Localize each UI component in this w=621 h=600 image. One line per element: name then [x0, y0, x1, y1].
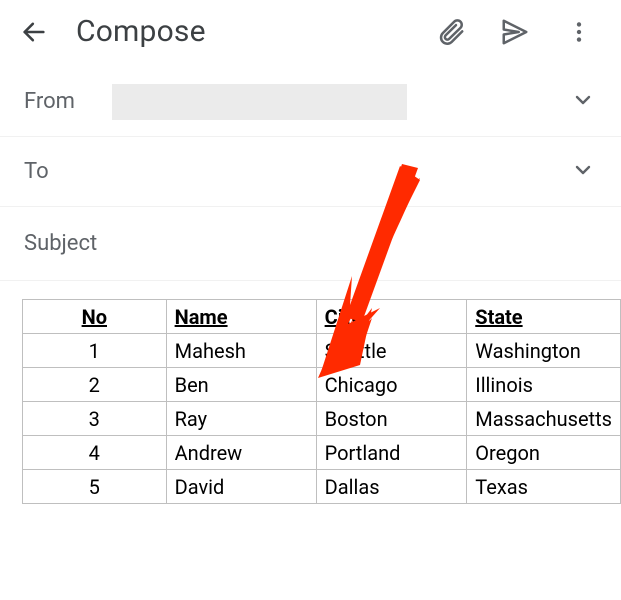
cell-city: Seattle — [316, 334, 467, 368]
attachment-icon — [436, 17, 466, 47]
cell-no: 2 — [23, 368, 167, 402]
table-row: 4 Andrew Portland Oregon — [23, 436, 621, 470]
back-button[interactable] — [18, 16, 50, 48]
from-value-redacted — [112, 84, 407, 120]
chevron-down-icon — [571, 158, 595, 182]
send-button[interactable] — [499, 16, 531, 48]
table-row: 5 David Dallas Texas — [23, 470, 621, 504]
cell-city: Dallas — [316, 470, 467, 504]
to-label: To — [24, 159, 112, 184]
back-arrow-icon — [20, 18, 48, 46]
col-header-name: Name — [166, 300, 316, 334]
compose-topbar: Compose — [0, 0, 621, 67]
cell-city: Boston — [316, 402, 467, 436]
more-button[interactable] — [563, 16, 595, 48]
from-expand[interactable] — [571, 88, 595, 116]
subject-row[interactable]: Subject — [0, 207, 621, 281]
page-title: Compose — [76, 14, 435, 49]
attach-button[interactable] — [435, 16, 467, 48]
top-actions — [435, 16, 595, 48]
cell-state: Illinois — [467, 368, 621, 402]
cell-name: Mahesh — [166, 334, 316, 368]
cell-state: Washington — [467, 334, 621, 368]
chevron-down-icon — [571, 88, 595, 112]
to-row[interactable]: To — [0, 137, 621, 207]
data-table: No Name City State 1 Mahesh Seattle Wash… — [22, 299, 621, 504]
send-icon — [500, 17, 530, 47]
cell-name: Ben — [166, 368, 316, 402]
cell-no: 4 — [23, 436, 167, 470]
cell-city: Chicago — [316, 368, 467, 402]
from-label: From — [24, 89, 112, 114]
from-row[interactable]: From — [0, 67, 621, 137]
cell-no: 5 — [23, 470, 167, 504]
cell-name: Ray — [166, 402, 316, 436]
cell-state: Oregon — [467, 436, 621, 470]
cell-state: Texas — [467, 470, 621, 504]
cell-no: 3 — [23, 402, 167, 436]
more-vert-icon — [566, 19, 592, 45]
col-header-state: State — [467, 300, 621, 334]
table-header-row: No Name City State — [23, 300, 621, 334]
table-row: 3 Ray Boston Massachusetts — [23, 402, 621, 436]
col-header-no: No — [23, 300, 167, 334]
compose-body[interactable]: No Name City State 1 Mahesh Seattle Wash… — [0, 281, 621, 504]
cell-state: Massachusetts — [467, 402, 621, 436]
cell-city: Portland — [316, 436, 467, 470]
table-row: 2 Ben Chicago Illinois — [23, 368, 621, 402]
table-row: 1 Mahesh Seattle Washington — [23, 334, 621, 368]
col-header-city: City — [316, 300, 467, 334]
to-expand[interactable] — [571, 158, 595, 186]
subject-label: Subject — [24, 231, 97, 256]
cell-name: Andrew — [166, 436, 316, 470]
cell-name: David — [166, 470, 316, 504]
cell-no: 1 — [23, 334, 167, 368]
